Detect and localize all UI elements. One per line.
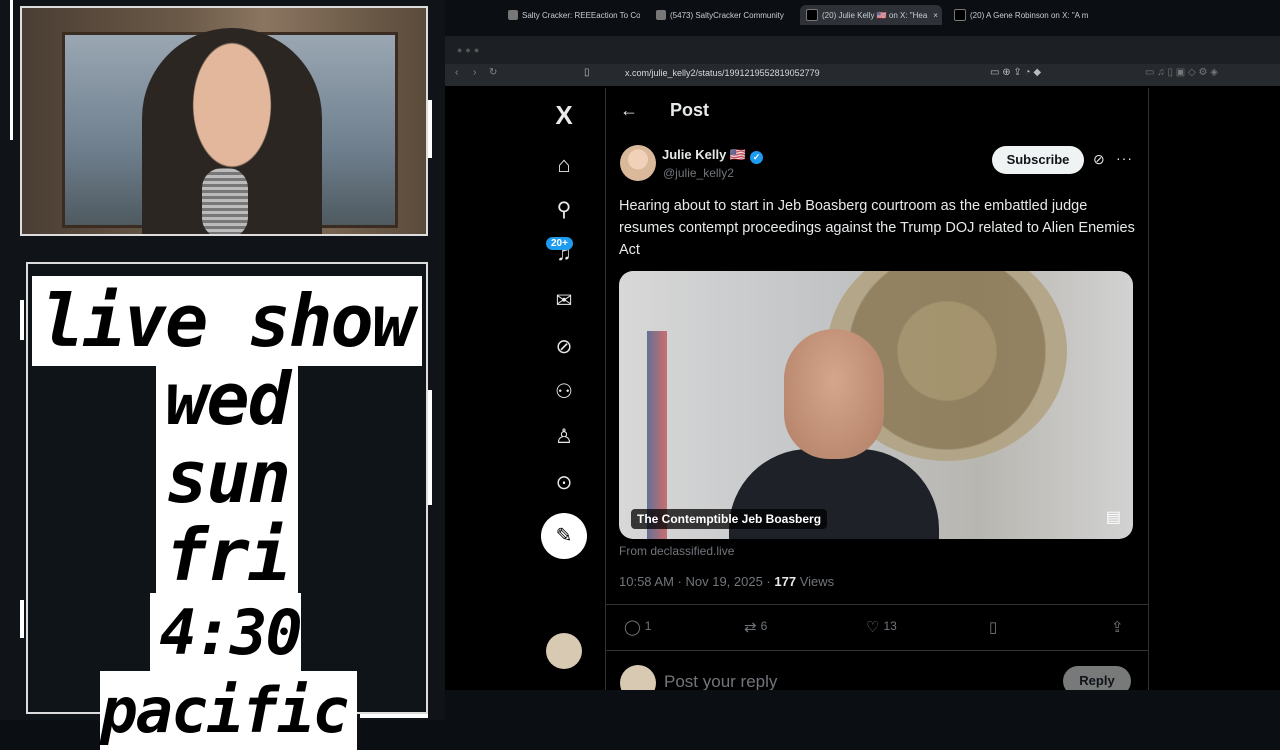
tab-label: (20) Julie Kelly 🇺🇸 on X: "Hea — [822, 10, 928, 20]
webcam-feed — [20, 6, 428, 236]
x-favicon-icon — [806, 9, 818, 21]
search-icon[interactable]: ⚲ — [540, 197, 588, 222]
back-nav-icon[interactable]: ‹ — [455, 67, 458, 78]
more-icon[interactable]: ⊙ — [540, 470, 588, 495]
author-name[interactable]: Julie Kelly 🇺🇸 ✓ — [662, 147, 764, 164]
schedule-line: fri — [28, 513, 426, 597]
overlay-frame-edge — [20, 600, 24, 638]
verified-badge-icon: ✓ — [750, 151, 764, 164]
communities-icon[interactable]: ⚇ — [540, 379, 588, 404]
account-avatar[interactable] — [546, 633, 582, 669]
tab-bar: ●●● — [445, 36, 1280, 64]
schedule-line: sun — [28, 435, 426, 519]
column-divider — [605, 88, 606, 690]
flag-image — [647, 331, 667, 539]
author-name-text: Julie Kelly 🇺🇸 — [662, 147, 747, 162]
judge-head-image — [784, 329, 884, 459]
home-icon[interactable]: ⌂ — [540, 152, 588, 178]
tab-community[interactable]: (5473) SaltyCracker Community — [656, 5, 786, 25]
repost-icon: ⇄ — [744, 619, 757, 636]
url-field[interactable]: x.com/julie_kelly2/status/19912195528190… — [625, 68, 820, 78]
compose-post-button[interactable]: ✎ — [541, 513, 587, 559]
subscribe-button[interactable]: Subscribe — [992, 146, 1084, 174]
tab-label: (20) A Gene Robinson on X: "A m — [970, 10, 1089, 20]
x-favicon-icon — [954, 9, 966, 21]
divider — [605, 650, 1148, 651]
tab-label: Salty Cracker: REEEaction To Co — [522, 10, 640, 20]
media-caption: The Contemptible Jeb Boasberg — [631, 509, 828, 529]
messages-icon[interactable]: ✉ — [540, 288, 588, 313]
tab-julie-kelly[interactable]: (20) Julie Kelly 🇺🇸 on X: "Hea × — [800, 5, 942, 25]
tab-label: (5473) SaltyCracker Community — [670, 10, 784, 20]
reply-icon: ◯ — [624, 619, 641, 636]
divider — [605, 604, 1148, 605]
views-count: 177 — [774, 574, 797, 589]
feather-icon: ✎ — [555, 525, 573, 547]
post-text: Hearing about to start in Jeb Boasberg c… — [619, 198, 1135, 258]
share-icon: ⇪ — [1111, 619, 1124, 636]
card-bookmark-icon: ▤ — [1105, 509, 1121, 526]
post-media-card[interactable]: The Contemptible Jeb Boasberg ▤ — [619, 271, 1133, 539]
bottom-strip — [445, 690, 1280, 720]
bookmark-button[interactable]: ▯ — [989, 618, 1001, 636]
schedule-line: wed — [28, 357, 426, 441]
reload-icon[interactable]: ↻ — [489, 67, 497, 78]
like-count: 13 — [883, 619, 897, 633]
window-controls[interactable]: ●●● — [457, 45, 482, 55]
microphone — [202, 168, 248, 234]
tab-salty-cracker[interactable]: Salty Cracker: REEEaction To Co — [508, 5, 640, 25]
tab-favicon-icon — [508, 10, 518, 20]
reply-count: 1 — [644, 619, 652, 633]
tab-gene-robinson[interactable]: (20) A Gene Robinson on X: "A m — [954, 5, 1094, 25]
page-title: Post — [670, 100, 710, 120]
back-arrow-icon[interactable]: ← — [620, 100, 638, 121]
author-avatar[interactable] — [620, 145, 656, 181]
share-button[interactable]: ⇪ — [1111, 618, 1128, 636]
column-divider — [1148, 88, 1149, 690]
heart-icon: ♡ — [866, 619, 880, 636]
overlay-frame-edge — [10, 0, 13, 140]
bookmark-page-icon[interactable]: ▯ — [584, 67, 590, 78]
more-options-icon[interactable]: ··· — [1116, 150, 1133, 166]
repost-button[interactable]: ⇄ 6 — [744, 618, 767, 636]
overlay-frame-edge — [428, 390, 432, 505]
reply-input[interactable]: Post your reply — [664, 672, 777, 692]
notification-badge: 20+ — [546, 237, 573, 250]
overlay-frame-edge — [20, 300, 24, 340]
forward-nav-icon[interactable]: › — [473, 67, 476, 78]
grok-icon[interactable]: ⊘ — [540, 334, 588, 359]
toolbar-icons[interactable]: ▭ ♫ ▯ ▣ ◇ ⚙ ◈ — [1145, 67, 1218, 78]
x-logo-icon[interactable]: X — [540, 100, 588, 131]
views-label: Views — [796, 574, 835, 589]
show-schedule-panel: live show wed sun fri 4:30 pacific — [26, 262, 428, 747]
like-button[interactable]: ♡ 13 — [866, 618, 897, 636]
overlay-frame-edge — [428, 100, 432, 158]
repost-count: 6 — [760, 619, 768, 633]
close-tab-icon[interactable]: × — [933, 11, 938, 20]
post-timestamp[interactable]: 10:58 AM · Nov 19, 2025 · — [619, 574, 774, 589]
grok-explain-icon[interactable]: ⊘ — [1093, 151, 1105, 168]
profile-icon[interactable]: ♙ — [540, 424, 588, 449]
schedule-line: live show — [28, 279, 426, 363]
post-metadata: 10:58 AM · Nov 19, 2025 · 177 Views — [619, 574, 834, 589]
extension-icons[interactable]: ▭ ⊕ ⇪ ◔ ◆ — [990, 67, 1041, 78]
schedule-line: 4:30 pacific — [28, 594, 426, 750]
reply-button[interactable]: ◯ 1 — [624, 618, 651, 636]
tab-favicon-icon — [656, 10, 666, 20]
author-handle[interactable]: @julie_kelly2 — [663, 166, 734, 180]
bookmark-icon: ▯ — [989, 619, 998, 636]
card-source[interactable]: From declassified.live — [619, 544, 734, 558]
